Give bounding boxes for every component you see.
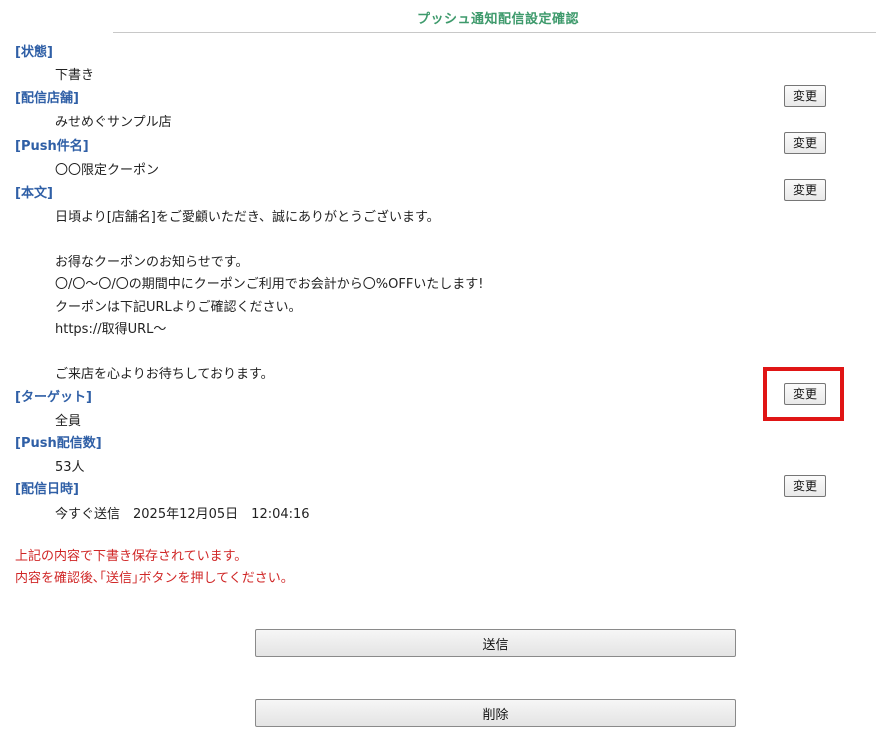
store-value: みせめぐサンプル店: [55, 115, 172, 130]
status-label: [状態]: [15, 45, 53, 60]
push-title-value: 〇〇限定クーポン: [55, 163, 160, 178]
body-label: [本文]: [15, 186, 53, 201]
notice-line-1: 上記の内容で下書き保存されています。: [15, 549, 248, 564]
body-change-button[interactable]: 変更: [784, 179, 826, 201]
target-value: 全員: [55, 414, 82, 429]
body-text-line: https://取得URL〜: [55, 322, 167, 337]
send-datetime-value: 今すぐ送信 2025年12月05日 12:04:16: [55, 507, 310, 522]
push-title-change-button[interactable]: 変更: [784, 132, 826, 154]
store-change-button[interactable]: 変更: [784, 85, 826, 107]
body-text-line: お得なクーポンのお知らせです。: [55, 255, 249, 270]
push-count-label: [Push配信数]: [15, 436, 102, 451]
body-text-line: 日頃より[店舗名]をご愛顧いただき、誠にありがとうございます。: [55, 210, 440, 225]
store-label: [配信店舗]: [15, 91, 79, 106]
title-divider: [113, 32, 876, 33]
target-change-button[interactable]: 変更: [784, 383, 826, 405]
push-count-value: 53人: [55, 460, 85, 475]
body-text-line: ご来店を心よりお待ちしております。: [55, 367, 274, 382]
send-button[interactable]: 送信: [255, 629, 736, 657]
body-text-line: 〇/〇〜〇/〇の期間中にクーポンご利用でお会計から〇%OFFいたします!: [55, 277, 484, 292]
send-datetime-change-button[interactable]: 変更: [784, 475, 826, 497]
notice-line-2: 内容を確認後､｢送信｣ボタンを押してください。: [15, 571, 294, 586]
status-value: 下書き: [55, 68, 95, 83]
target-label: [ターゲット]: [15, 390, 92, 405]
push-title-label: [Push件名]: [15, 139, 89, 154]
page-title: プッシュ通知配信設定確認: [416, 12, 579, 27]
body-text-line: クーポンは下記URLよりご確認ください。: [55, 300, 302, 315]
send-datetime-label: [配信日時]: [15, 482, 79, 497]
delete-button[interactable]: 削除: [255, 699, 736, 727]
